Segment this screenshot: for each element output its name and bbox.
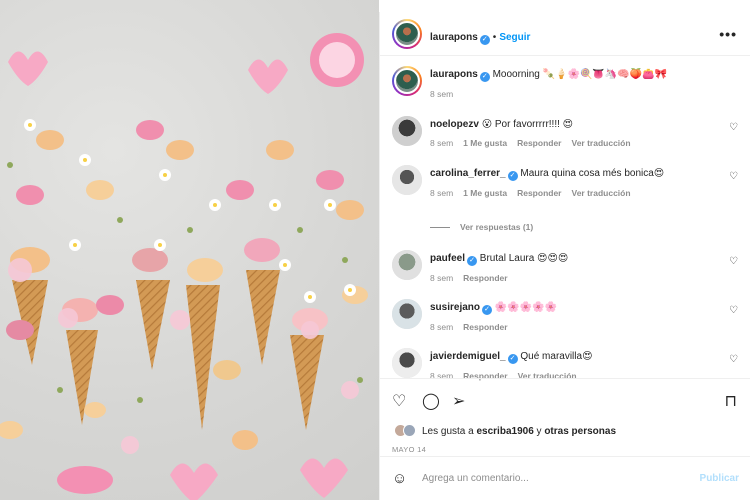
heart-icon[interactable]: ♡ bbox=[729, 305, 738, 316]
post-date[interactable]: MAYO 14 bbox=[392, 445, 426, 454]
comment-time: 8 sem bbox=[430, 322, 454, 332]
author-avatar[interactable] bbox=[392, 19, 422, 49]
likes-others[interactable]: otras personas bbox=[544, 426, 616, 437]
caption-avatar[interactable] bbox=[392, 66, 422, 96]
comment-avatar[interactable] bbox=[392, 116, 422, 146]
comments-list[interactable]: laurapons ✓ Mooorning 🍡🍦🌸🍭👅🦄🧠🍑👛🎀 8 sem no… bbox=[380, 56, 750, 386]
comment-composer: ☺ Agrega un comentario... Publicar bbox=[380, 456, 750, 500]
heart-icon[interactable]: ♡ bbox=[729, 354, 738, 365]
comment-avatar[interactable] bbox=[392, 250, 422, 280]
view-replies-label: Ver respuestas (1) bbox=[460, 222, 534, 232]
comment-text: Maura quina cosa més bonica😍 bbox=[520, 168, 665, 179]
bookmark-icon[interactable]: ⊓ bbox=[725, 391, 737, 411]
comment-text: 🌸🌸🌸🌸🌸 bbox=[494, 302, 558, 313]
view-replies-button[interactable]: Ver respuestas (1) bbox=[430, 222, 533, 232]
comment-text: Qué maravilla😍 bbox=[520, 351, 593, 362]
comment-input[interactable]: Agrega un comentario... bbox=[422, 473, 529, 484]
heart-icon[interactable]: ♡ bbox=[392, 391, 406, 411]
publish-button[interactable]: Publicar bbox=[700, 473, 739, 484]
comment-text: Brutal Laura 😍😍😍 bbox=[479, 253, 569, 264]
post-panel: laurapons ✓ • Seguir ••• laurapons ✓ Mooorni… bbox=[379, 12, 750, 500]
post-header: laurapons ✓ • Seguir ••• bbox=[380, 12, 750, 56]
comment-text: 😮 Por favorrrrr!!!! 😍 bbox=[481, 119, 574, 130]
comment-likes[interactable]: 1 Me gusta bbox=[463, 138, 507, 148]
comment-avatar[interactable] bbox=[392, 165, 422, 195]
reply-button[interactable]: Responder bbox=[463, 322, 507, 332]
post-actions: ♡ ◯ ➢ ⊓ Les gusta a escriba1906 y otras … bbox=[380, 378, 750, 468]
translate-button[interactable]: Ver traducción bbox=[572, 188, 631, 198]
verified-badge-icon: ✓ bbox=[507, 171, 518, 181]
comment-username[interactable]: javierdemiguel_ bbox=[430, 351, 506, 362]
liker-avatar[interactable] bbox=[403, 424, 416, 437]
follow-button[interactable]: Seguir bbox=[499, 32, 530, 43]
more-options-icon[interactable]: ••• bbox=[719, 26, 737, 42]
reply-button[interactable]: Responder bbox=[463, 273, 507, 283]
comment-time: 8 sem bbox=[430, 188, 454, 198]
verified-badge-icon: ✓ bbox=[507, 354, 518, 364]
caption-username[interactable]: laurapons bbox=[430, 69, 478, 80]
comment-time: 8 sem bbox=[430, 273, 454, 283]
comment-username[interactable]: noelopezv bbox=[430, 119, 479, 130]
comment-avatar[interactable] bbox=[392, 299, 422, 329]
heart-icon[interactable]: ♡ bbox=[729, 256, 738, 267]
likes-summary: Les gusta a escriba1906 y otras personas bbox=[422, 426, 616, 437]
comment-time: 8 sem bbox=[430, 138, 454, 148]
replies-line bbox=[430, 227, 450, 229]
comment-username[interactable]: paufeel bbox=[430, 253, 465, 264]
caption-time: 8 sem bbox=[430, 89, 454, 99]
comment-username[interactable]: carolina_ferrer_ bbox=[430, 168, 506, 179]
author-username[interactable]: laurapons bbox=[430, 32, 478, 43]
caption-meta: 8 sem bbox=[430, 88, 720, 101]
reply-button[interactable]: Responder bbox=[517, 188, 561, 198]
comment-icon[interactable]: ◯ bbox=[422, 391, 440, 411]
share-icon[interactable]: ➢ bbox=[452, 391, 465, 411]
heart-icon[interactable]: ♡ bbox=[729, 122, 738, 133]
likes-middle: y bbox=[533, 426, 545, 437]
comment-username[interactable]: susirejano bbox=[430, 302, 480, 313]
reply-button[interactable]: Responder bbox=[517, 138, 561, 148]
verified-badge-icon: ✓ bbox=[479, 35, 490, 45]
emoji-icon[interactable]: ☺ bbox=[392, 470, 407, 487]
heart-icon[interactable]: ♡ bbox=[729, 171, 738, 182]
comment-avatar[interactable] bbox=[392, 348, 422, 378]
verified-badge-icon: ✓ bbox=[467, 256, 478, 266]
caption-text: Mooorning 🍡🍦🌸🍭👅🦄🧠🍑👛🎀 bbox=[492, 69, 668, 80]
verified-badge-icon: ✓ bbox=[479, 72, 490, 82]
verified-badge-icon: ✓ bbox=[482, 305, 493, 315]
likes-user[interactable]: escriba1906 bbox=[476, 426, 533, 437]
separator-dot: • bbox=[492, 32, 497, 43]
ice-cream-cones-photo bbox=[0, 33, 368, 500]
likes-prefix: Les gusta a bbox=[422, 426, 477, 437]
post-image[interactable] bbox=[0, 0, 379, 500]
translate-button[interactable]: Ver traducción bbox=[572, 138, 631, 148]
comment-likes[interactable]: 1 Me gusta bbox=[463, 188, 507, 198]
